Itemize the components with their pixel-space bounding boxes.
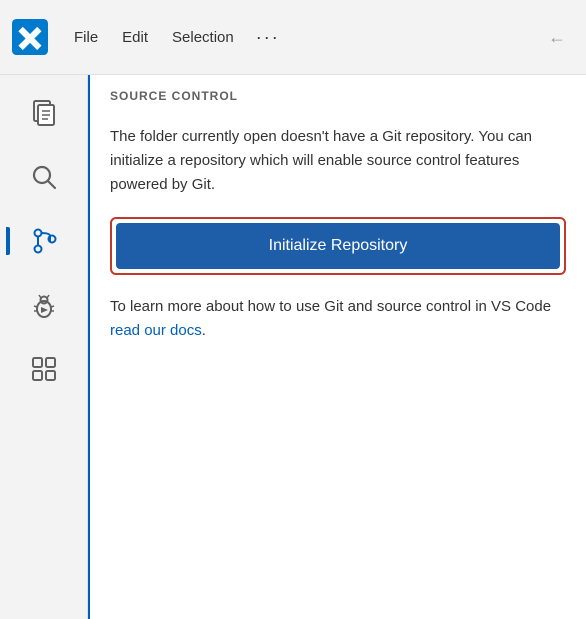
panel-header: SOURCE CONTROL [90,75,586,113]
sidebar-item-extensions[interactable] [14,339,74,399]
titlebar: File Edit Selection ··· ← [0,0,586,75]
back-button[interactable]: ← [540,23,574,52]
learn-text: To learn more about how to use Git and s… [110,295,566,343]
learn-text-after: . [202,322,206,339]
titlebar-menu: File Edit Selection ··· [64,21,288,54]
panel-content: The folder currently open doesn't have a… [90,113,586,363]
source-control-icon [28,225,60,257]
extensions-icon [28,353,60,385]
activity-bar [0,75,88,619]
read-docs-link[interactable]: read our docs [110,322,202,339]
explorer-icon [28,97,60,129]
source-control-panel: SOURCE CONTROL The folder currently open… [88,75,586,619]
menu-more[interactable]: ··· [248,21,288,54]
info-text: The folder currently open doesn't have a… [110,125,566,197]
menu-edit[interactable]: Edit [112,23,158,52]
learn-text-before: To learn more about how to use Git and s… [110,298,551,315]
sidebar-item-explorer[interactable] [14,83,74,143]
search-icon [28,161,60,193]
run-debug-icon [28,289,60,321]
vscode-logo-icon [12,19,48,55]
init-button-wrapper: Initialize Repository [110,217,566,275]
menu-selection[interactable]: Selection [162,23,244,52]
menu-file[interactable]: File [64,23,108,52]
initialize-repository-button[interactable]: Initialize Repository [116,223,560,269]
sidebar-item-run-debug[interactable] [14,275,74,335]
sidebar-item-source-control[interactable] [14,211,74,271]
sidebar-item-search[interactable] [14,147,74,207]
main-layout: SOURCE CONTROL The folder currently open… [0,75,586,619]
